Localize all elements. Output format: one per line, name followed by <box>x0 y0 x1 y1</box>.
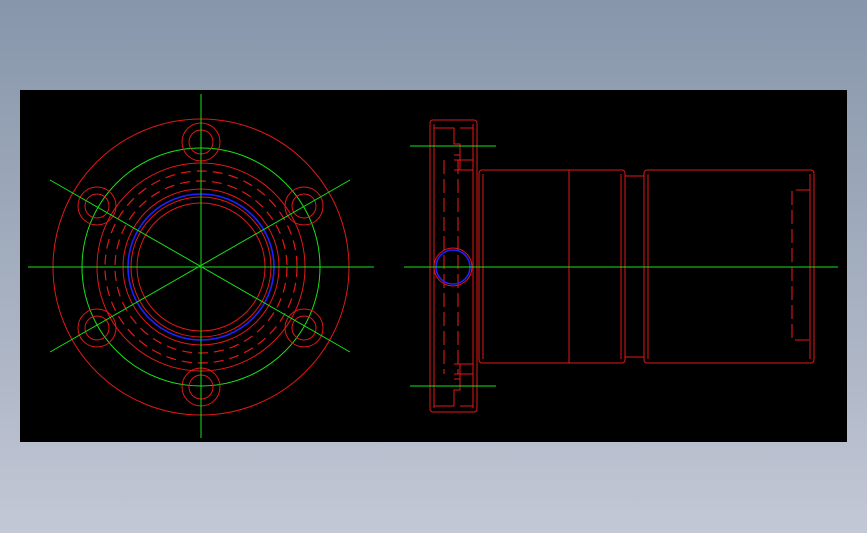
side-view <box>404 119 838 413</box>
side-bolt-hole-top <box>434 127 473 171</box>
cad-viewport[interactable] <box>20 90 847 442</box>
front-view <box>28 94 374 438</box>
side-hidden-seal-recess <box>791 189 810 341</box>
side-bolt-hole-bottom <box>434 363 473 407</box>
bolt-hole-lower-right <box>284 308 324 348</box>
bolt-hole-upper-left <box>77 186 117 226</box>
bolt-hole-lower-left <box>77 308 117 348</box>
